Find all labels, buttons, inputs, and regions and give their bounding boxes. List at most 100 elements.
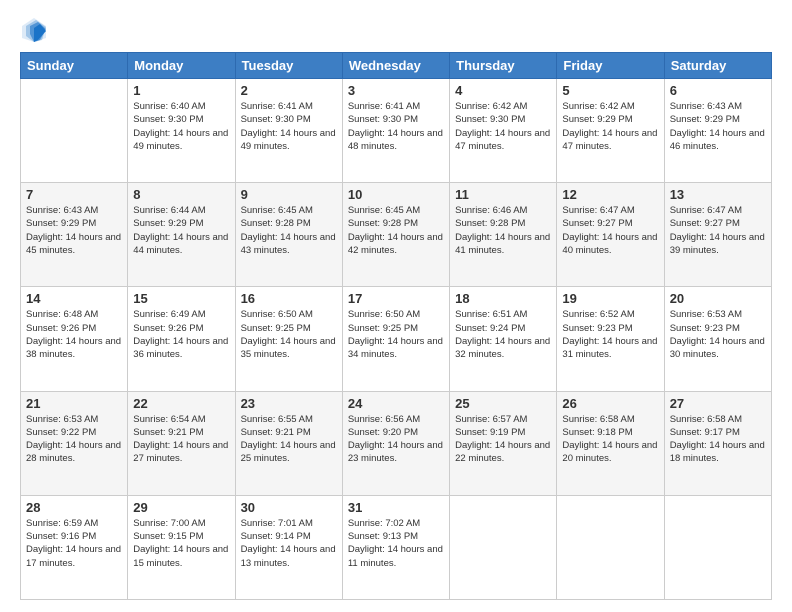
day-number: 22 — [133, 396, 229, 411]
day-info: Sunrise: 7:00 AM Sunset: 9:15 PM Dayligh… — [133, 517, 229, 570]
header-monday: Monday — [128, 53, 235, 79]
day-number: 31 — [348, 500, 444, 515]
calendar-cell: 9 Sunrise: 6:45 AM Sunset: 9:28 PM Daylig… — [235, 183, 342, 287]
day-number: 1 — [133, 83, 229, 98]
day-info: Sunrise: 7:01 AM Sunset: 9:14 PM Dayligh… — [241, 517, 337, 570]
calendar-cell: 11 Sunrise: 6:46 AM Sunset: 9:28 PM Dayli… — [450, 183, 557, 287]
calendar-cell: 31Sunrise: 7:02 AM Sunset: 9:13 PM Dayli… — [342, 495, 449, 599]
day-number: 26 — [562, 396, 658, 411]
day-number: 27 — [670, 396, 766, 411]
day-number: 28 — [26, 500, 122, 515]
calendar-cell: 22 Sunrise: 6:54 AM Sunset: 9:21 PM Dayli… — [128, 391, 235, 495]
calendar-week-4: 28 Sunrise: 6:59 AM Sunset: 9:16 PM Dayli… — [21, 495, 772, 599]
calendar-cell: 15 Sunrise: 6:49 AM Sunset: 9:26 PM Dayli… — [128, 287, 235, 391]
day-number: 5 — [562, 83, 658, 98]
page: Sunday Monday Tuesday Wednesday Thursday… — [0, 0, 792, 612]
calendar-cell: 27Sunrise: 6:58 AM Sunset: 9:17 PM Dayli… — [664, 391, 771, 495]
calendar-cell: 4 Sunrise: 6:42 AM Sunset: 9:30 PM Daylig… — [450, 79, 557, 183]
calendar-cell: 24 Sunrise: 6:56 AM Sunset: 9:20 PM Dayli… — [342, 391, 449, 495]
day-info: Sunrise: 6:59 AM Sunset: 9:16 PM Dayligh… — [26, 517, 122, 570]
calendar-cell: 7 Sunrise: 6:43 AM Sunset: 9:29 PM Daylig… — [21, 183, 128, 287]
header-tuesday: Tuesday — [235, 53, 342, 79]
calendar-cell: 26 Sunrise: 6:58 AM Sunset: 9:18 PM Dayli… — [557, 391, 664, 495]
day-number: 18 — [455, 291, 551, 306]
logo — [20, 16, 52, 44]
calendar-table: Sunday Monday Tuesday Wednesday Thursday… — [20, 52, 772, 600]
day-info: Sunrise: 6:53 AM Sunset: 9:22 PM Dayligh… — [26, 413, 122, 466]
calendar-cell: 21 Sunrise: 6:53 AM Sunset: 9:22 PM Dayli… — [21, 391, 128, 495]
day-info: Sunrise: 6:51 AM Sunset: 9:24 PM Dayligh… — [455, 308, 551, 361]
day-number: 12 — [562, 187, 658, 202]
day-number: 29 — [133, 500, 229, 515]
day-info: Sunrise: 6:57 AM Sunset: 9:19 PM Dayligh… — [455, 413, 551, 466]
calendar-cell: 23Sunrise: 6:55 AM Sunset: 9:21 PM Dayli… — [235, 391, 342, 495]
calendar-cell: 29 Sunrise: 7:00 AM Sunset: 9:15 PM Dayli… — [128, 495, 235, 599]
day-info: Sunrise: 6:52 AM Sunset: 9:23 PM Dayligh… — [562, 308, 658, 361]
day-info: Sunrise: 6:40 AM Sunset: 9:30 PM Dayligh… — [133, 100, 229, 153]
header-wednesday: Wednesday — [342, 53, 449, 79]
day-number: 6 — [670, 83, 766, 98]
day-info: Sunrise: 6:54 AM Sunset: 9:21 PM Dayligh… — [133, 413, 229, 466]
day-number: 14 — [26, 291, 122, 306]
day-number: 24 — [348, 396, 444, 411]
day-info: Sunrise: 6:42 AM Sunset: 9:29 PM Dayligh… — [562, 100, 658, 153]
day-number: 7 — [26, 187, 122, 202]
day-info: Sunrise: 6:47 AM Sunset: 9:27 PM Dayligh… — [670, 204, 766, 257]
calendar-cell: 14Sunrise: 6:48 AM Sunset: 9:26 PM Dayli… — [21, 287, 128, 391]
day-number: 8 — [133, 187, 229, 202]
day-number: 2 — [241, 83, 337, 98]
day-number: 9 — [241, 187, 337, 202]
calendar-cell: 5 Sunrise: 6:42 AM Sunset: 9:29 PM Daylig… — [557, 79, 664, 183]
day-info: Sunrise: 6:44 AM Sunset: 9:29 PM Dayligh… — [133, 204, 229, 257]
day-number: 16 — [241, 291, 337, 306]
day-info: Sunrise: 6:43 AM Sunset: 9:29 PM Dayligh… — [26, 204, 122, 257]
calendar-cell: 13Sunrise: 6:47 AM Sunset: 9:27 PM Dayli… — [664, 183, 771, 287]
calendar-cell: 6 Sunrise: 6:43 AM Sunset: 9:29 PM Daylig… — [664, 79, 771, 183]
calendar-cell — [664, 495, 771, 599]
day-info: Sunrise: 6:45 AM Sunset: 9:28 PM Dayligh… — [241, 204, 337, 257]
day-info: Sunrise: 6:45 AM Sunset: 9:28 PM Dayligh… — [348, 204, 444, 257]
day-number: 4 — [455, 83, 551, 98]
day-info: Sunrise: 6:43 AM Sunset: 9:29 PM Dayligh… — [670, 100, 766, 153]
calendar-cell: 3Sunrise: 6:41 AM Sunset: 9:30 PM Daylig… — [342, 79, 449, 183]
calendar-cell: 10 Sunrise: 6:45 AM Sunset: 9:28 PM Dayli… — [342, 183, 449, 287]
calendar-cell: 1 Sunrise: 6:40 AM Sunset: 9:30 PM Daylig… — [128, 79, 235, 183]
day-info: Sunrise: 6:41 AM Sunset: 9:30 PM Dayligh… — [241, 100, 337, 153]
day-info: Sunrise: 6:58 AM Sunset: 9:18 PM Dayligh… — [562, 413, 658, 466]
logo-icon — [20, 16, 48, 44]
calendar-cell — [21, 79, 128, 183]
day-info: Sunrise: 6:47 AM Sunset: 9:27 PM Dayligh… — [562, 204, 658, 257]
day-info: Sunrise: 6:55 AM Sunset: 9:21 PM Dayligh… — [241, 413, 337, 466]
day-number: 10 — [348, 187, 444, 202]
day-number: 25 — [455, 396, 551, 411]
day-number: 21 — [26, 396, 122, 411]
calendar-cell: 30 Sunrise: 7:01 AM Sunset: 9:14 PM Dayli… — [235, 495, 342, 599]
calendar-cell: 12 Sunrise: 6:47 AM Sunset: 9:27 PM Dayli… — [557, 183, 664, 287]
calendar-cell: 2 Sunrise: 6:41 AM Sunset: 9:30 PM Daylig… — [235, 79, 342, 183]
header-thursday: Thursday — [450, 53, 557, 79]
calendar-cell — [450, 495, 557, 599]
day-info: Sunrise: 6:41 AM Sunset: 9:30 PM Dayligh… — [348, 100, 444, 153]
day-number: 20 — [670, 291, 766, 306]
day-info: Sunrise: 6:46 AM Sunset: 9:28 PM Dayligh… — [455, 204, 551, 257]
day-info: Sunrise: 6:50 AM Sunset: 9:25 PM Dayligh… — [241, 308, 337, 361]
calendar-week-3: 21 Sunrise: 6:53 AM Sunset: 9:22 PM Dayli… — [21, 391, 772, 495]
day-info: Sunrise: 6:42 AM Sunset: 9:30 PM Dayligh… — [455, 100, 551, 153]
calendar-cell — [557, 495, 664, 599]
day-info: Sunrise: 6:49 AM Sunset: 9:26 PM Dayligh… — [133, 308, 229, 361]
header-friday: Friday — [557, 53, 664, 79]
calendar-cell: 18 Sunrise: 6:51 AM Sunset: 9:24 PM Dayli… — [450, 287, 557, 391]
header-saturday: Saturday — [664, 53, 771, 79]
day-number: 30 — [241, 500, 337, 515]
calendar-header-row: Sunday Monday Tuesday Wednesday Thursday… — [21, 53, 772, 79]
day-number: 11 — [455, 187, 551, 202]
day-info: Sunrise: 6:56 AM Sunset: 9:20 PM Dayligh… — [348, 413, 444, 466]
day-number: 15 — [133, 291, 229, 306]
day-info: Sunrise: 6:50 AM Sunset: 9:25 PM Dayligh… — [348, 308, 444, 361]
calendar-cell: 8 Sunrise: 6:44 AM Sunset: 9:29 PM Daylig… — [128, 183, 235, 287]
day-info: Sunrise: 6:53 AM Sunset: 9:23 PM Dayligh… — [670, 308, 766, 361]
calendar-week-0: 1 Sunrise: 6:40 AM Sunset: 9:30 PM Daylig… — [21, 79, 772, 183]
calendar-week-2: 14Sunrise: 6:48 AM Sunset: 9:26 PM Dayli… — [21, 287, 772, 391]
calendar-cell: 16 Sunrise: 6:50 AM Sunset: 9:25 PM Dayli… — [235, 287, 342, 391]
calendar-cell: 17Sunrise: 6:50 AM Sunset: 9:25 PM Dayli… — [342, 287, 449, 391]
